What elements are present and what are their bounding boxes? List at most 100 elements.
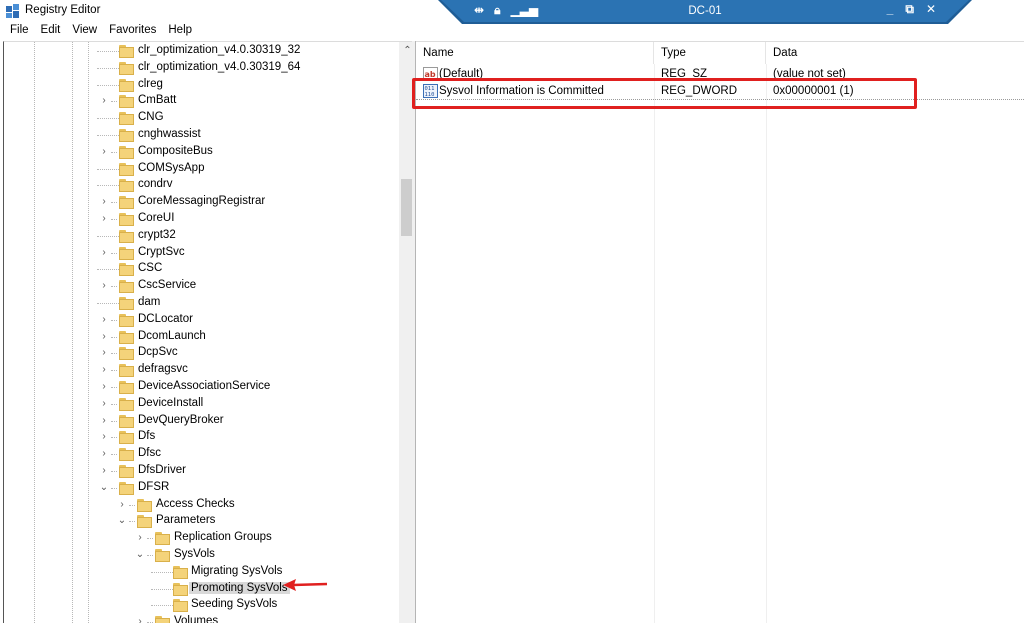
folder-icon (119, 179, 134, 193)
column-header-type[interactable]: Type (654, 42, 766, 64)
chevron-right-icon[interactable]: › (135, 532, 145, 544)
tree-item[interactable]: › DevQueryBroker (4, 413, 396, 430)
chevron-down-icon[interactable]: ⌄ (99, 482, 109, 494)
tree-item[interactable]: › DCLocator (4, 312, 396, 329)
tree-item[interactable]: CSC (4, 261, 396, 278)
scroll-up-arrow-icon[interactable]: ⌃ (399, 42, 412, 59)
tree-item-label: Parameters (156, 514, 216, 527)
folder-icon (155, 549, 170, 562)
tree-item-label: DeviceInstall (138, 396, 204, 409)
tree-item[interactable]: cnghwassist (4, 127, 396, 144)
chevron-right-icon[interactable]: › (99, 398, 109, 410)
chevron-right-icon[interactable]: › (99, 196, 109, 208)
tree-item-label: SysVols (174, 548, 215, 560)
tree-item[interactable]: ⌄ SysVols (4, 547, 396, 564)
tree-item[interactable]: › CompositeBus (4, 144, 396, 161)
tree-connector-line (111, 202, 117, 204)
menu-bar: File Edit View Favorites Help (0, 22, 1024, 40)
menu-favorites[interactable]: Favorites (103, 22, 162, 40)
tree-item[interactable]: › CoreUI (4, 211, 396, 228)
close-icon[interactable]: ✕ (926, 2, 936, 17)
tree-item[interactable]: clr_optimization_v4.0.30319_32 (4, 43, 396, 60)
column-header-name[interactable]: Name (416, 42, 654, 64)
tree-item[interactable]: › DcomLaunch (4, 329, 396, 346)
folder-icon (173, 582, 188, 596)
tree-item[interactable]: › DeviceAssociationService (4, 379, 396, 396)
tree-item[interactable]: › CoreMessagingRegistrar (4, 194, 396, 211)
chevron-right-icon[interactable]: › (135, 616, 145, 623)
chevron-right-icon[interactable]: › (99, 364, 109, 376)
chevron-down-icon[interactable]: ⌄ (135, 549, 145, 561)
chevron-right-icon[interactable]: › (99, 213, 109, 225)
tree-item[interactable]: › CmBatt (4, 93, 396, 110)
tree-connector-line (151, 588, 175, 590)
tree-item-label: clr_optimization_v4.0.30319_64 (138, 60, 301, 73)
menu-view[interactable]: View (66, 22, 103, 40)
tree-item[interactable]: › Dfs (4, 429, 396, 446)
tree-item[interactable]: › DeviceInstall (4, 396, 396, 413)
tree-item[interactable]: clreg (4, 77, 396, 94)
menu-help[interactable]: Help (162, 22, 198, 40)
remote-connection-bar: ⇹ 🔒︎ ▁▃▅ DC-01 _ ⧉ ✕ (438, 0, 972, 24)
tree-item[interactable]: dam (4, 295, 396, 312)
tree-item[interactable]: › DfsDriver (4, 463, 396, 480)
chevron-right-icon[interactable]: › (99, 448, 109, 460)
tree-item[interactable]: › defragsvc (4, 362, 396, 379)
folder-icon (119, 364, 134, 378)
menu-edit[interactable]: Edit (35, 22, 67, 40)
tree-connector-line (147, 555, 153, 556)
menu-file[interactable]: File (4, 22, 35, 40)
chevron-right-icon[interactable]: › (99, 431, 109, 443)
chevron-right-icon[interactable]: › (117, 499, 127, 511)
tree-item[interactable]: › Access Checks (4, 497, 396, 514)
tree-connector-line (97, 235, 121, 237)
folder-icon (173, 565, 188, 579)
tree-item[interactable]: crypt32 (4, 228, 396, 245)
tree-item-label-selected: Promoting SysVols (189, 581, 290, 594)
tree-item[interactable]: › CryptSvc (4, 245, 396, 262)
tree-item[interactable]: Seeding SysVols (4, 597, 396, 614)
tree-item[interactable]: ⌄ Parameters (4, 513, 396, 530)
tree-item[interactable]: › Replication Groups (4, 530, 396, 547)
tree-item[interactable]: COMSysApp (4, 161, 396, 178)
chevron-right-icon[interactable]: › (99, 415, 109, 427)
tree-item[interactable]: ⌄ DFSR (4, 480, 396, 497)
chevron-right-icon[interactable]: › (99, 314, 109, 326)
chevron-right-icon[interactable]: › (99, 247, 109, 259)
tree-item[interactable]: Promoting SysVols (4, 581, 396, 598)
chevron-right-icon[interactable]: › (99, 331, 109, 343)
tree-item-label: CoreUI (138, 212, 175, 224)
folder-icon (119, 414, 134, 428)
chevron-right-icon[interactable]: › (99, 465, 109, 477)
tree-item[interactable]: › Volumes (4, 614, 396, 623)
tree-item-label: DcomLaunch (138, 329, 206, 342)
tree-vertical-scrollbar[interactable]: ⌃ (399, 42, 412, 623)
tree-connector-line (111, 286, 117, 288)
chevron-down-icon[interactable]: ⌄ (117, 515, 127, 527)
chevron-right-icon[interactable]: › (99, 347, 109, 359)
restore-icon[interactable]: ⧉ (905, 2, 914, 17)
tree-item[interactable]: Migrating SysVols (4, 564, 396, 581)
folder-icon (119, 162, 134, 176)
window-title: Registry Editor (25, 4, 101, 16)
scroll-thumb[interactable] (401, 179, 412, 236)
tree-item[interactable]: › CscService (4, 278, 396, 295)
tree-item[interactable]: clr_optimization_v4.0.30319_64 (4, 60, 396, 77)
folder-icon (119, 280, 134, 294)
chevron-right-icon[interactable]: › (99, 280, 109, 292)
tree-item[interactable]: › DcpSvc (4, 345, 396, 362)
column-separator (654, 64, 655, 623)
chevron-right-icon[interactable]: › (99, 381, 109, 393)
tree-connector-line (111, 454, 117, 456)
tree-item[interactable]: › Dfsc (4, 446, 396, 463)
tree-item-label: DFSR (138, 480, 170, 493)
column-header-data[interactable]: Data (766, 42, 1024, 64)
chevron-right-icon[interactable]: › (99, 95, 109, 107)
tree-item[interactable]: CNG (4, 110, 396, 127)
tree-item[interactable]: condrv (4, 177, 396, 194)
folder-icon (155, 616, 170, 623)
folder-icon (155, 532, 170, 546)
folder-icon (119, 448, 134, 462)
chevron-right-icon[interactable]: › (99, 146, 109, 158)
minimize-icon[interactable]: _ (887, 2, 894, 17)
